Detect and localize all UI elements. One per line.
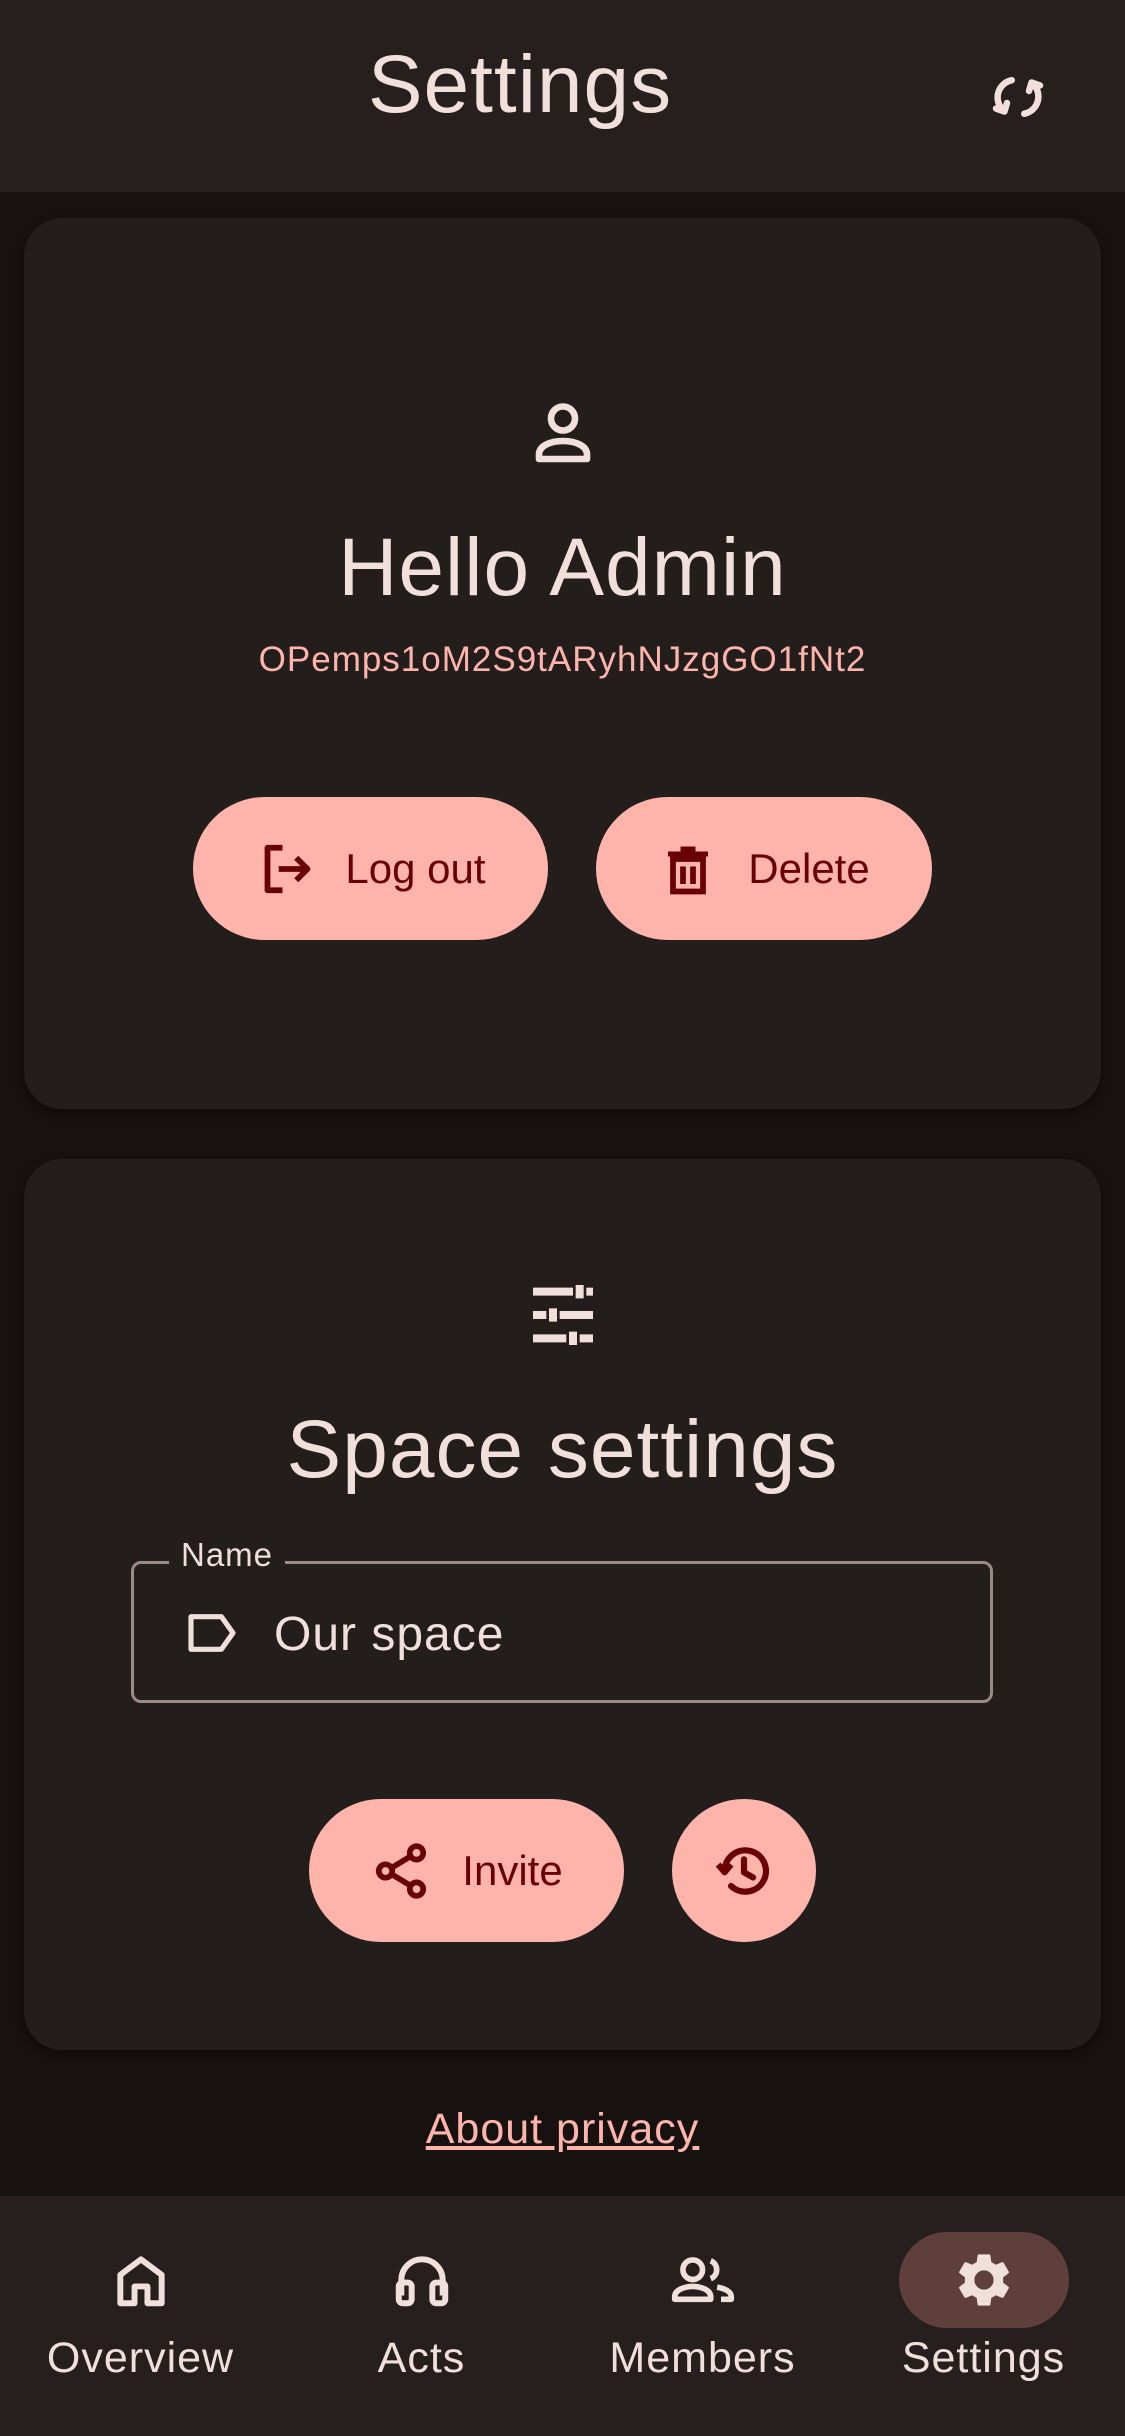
top-app-bar: Settings <box>0 0 1125 192</box>
nav-item-acts[interactable]: Acts <box>281 2196 562 2436</box>
nav-label-acts: Acts <box>377 2334 466 2382</box>
history-icon <box>715 1846 770 1895</box>
person-icon <box>535 403 590 463</box>
nav-label-settings: Settings <box>901 2334 1066 2382</box>
sync-icon <box>992 77 1044 117</box>
tune-icon <box>532 1285 593 1345</box>
nav-item-members[interactable]: Members <box>562 2196 843 2436</box>
greeting: Hello Admin <box>338 522 787 613</box>
logout-icon <box>265 844 311 893</box>
space-settings-card: Space settings Name Invite <box>24 1159 1101 2050</box>
active-indicator <box>898 2232 1069 2328</box>
label-icon <box>188 1614 236 1652</box>
account-card: Hello Admin OPemps1oM2S9tARyhNJzgGO1fNt2… <box>24 218 1101 1109</box>
space-name-input[interactable] <box>274 1594 954 1674</box>
trash-icon <box>668 846 709 894</box>
share-icon <box>376 1842 427 1899</box>
group-icon <box>671 2257 734 2303</box>
home-icon <box>116 2256 165 2307</box>
history-button[interactable] <box>672 1799 816 1942</box>
privacy-section: About privacy <box>0 2105 1125 2154</box>
about-privacy-link[interactable]: About privacy <box>426 2105 700 2153</box>
invite-button[interactable]: Invite <box>309 1799 624 1942</box>
user-id: OPemps1oM2S9tARyhNJzgGO1fNt2 <box>258 640 867 679</box>
bottom-navigation: Overview Acts Members Settings <box>0 2196 1125 2436</box>
nav-item-settings[interactable]: Settings <box>843 2196 1124 2436</box>
invite-label: Invite <box>462 1846 563 1894</box>
sync-button[interactable] <box>983 62 1053 132</box>
nav-item-overview[interactable]: Overview <box>0 2196 281 2436</box>
page-title: Settings <box>367 39 673 130</box>
logout-label: Log out <box>345 844 486 892</box>
space-settings-heading: Space settings <box>286 1404 839 1495</box>
gear-icon <box>958 2254 1009 2306</box>
nav-label-members: Members <box>609 2334 796 2382</box>
headphones-icon <box>395 2256 448 2307</box>
delete-label: Delete <box>748 844 870 892</box>
space-name-field[interactable]: Name <box>131 1536 993 1703</box>
logout-button[interactable]: Log out <box>193 797 548 940</box>
space-name-label: Name <box>169 1536 286 1574</box>
delete-button[interactable]: Delete <box>596 797 932 940</box>
nav-label-overview: Overview <box>46 2334 235 2382</box>
